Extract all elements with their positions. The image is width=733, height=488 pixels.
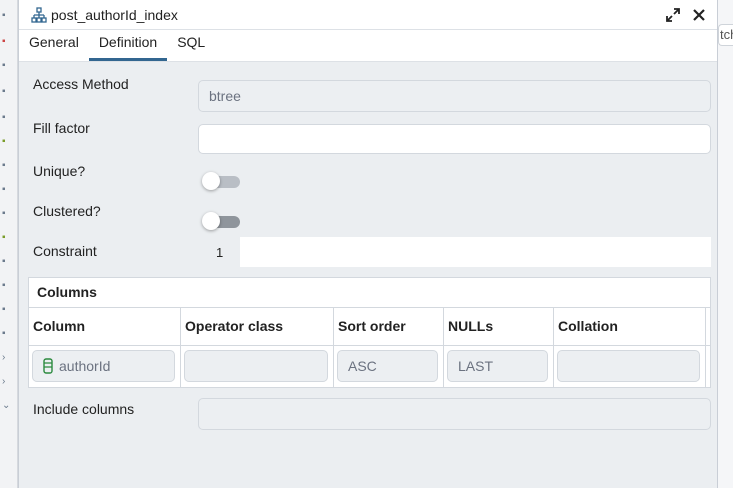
tree-icon: ▪ — [2, 328, 6, 339]
tree-icon: ▪ — [2, 112, 6, 123]
index-dialog: post_authorId_index General Definition S… — [18, 0, 718, 488]
clustered-toggle[interactable] — [202, 212, 240, 230]
column-header-nulls: NULLs — [444, 308, 554, 345]
tree-icon: ▪ — [2, 36, 6, 47]
tree-icon: ▪ — [2, 86, 6, 97]
column-value: authorId — [59, 358, 111, 374]
column-header-sort-order: Sort order — [334, 308, 444, 345]
nulls-select[interactable]: LAST — [447, 350, 548, 382]
column-select[interactable]: authorId — [32, 350, 175, 382]
column-header-operator-class: Operator class — [181, 308, 334, 345]
sort-order-select[interactable]: ASC — [337, 350, 438, 382]
columns-grid: Column Operator class Sort order NULLs C… — [29, 308, 710, 388]
constraint-editor[interactable] — [240, 237, 711, 267]
chevron-right-icon: › — [2, 352, 6, 363]
tree-icon: ▪ — [2, 60, 6, 71]
tab-general[interactable]: General — [19, 33, 89, 61]
tree-icon: ▪ — [2, 184, 6, 195]
tree-icon: ▪ — [2, 10, 6, 21]
dialog-titlebar[interactable]: post_authorId_index — [19, 0, 717, 30]
background-input-fragment: tch — [718, 24, 733, 46]
unique-label: Unique? — [33, 163, 86, 179]
column-icon — [43, 358, 53, 374]
access-method-select[interactable]: btree — [198, 80, 711, 112]
unique-toggle[interactable] — [202, 172, 240, 190]
column-header-collation: Collation — [554, 308, 706, 345]
dialog-title: post_authorId_index — [51, 6, 178, 23]
tree-icon: ▪ — [2, 136, 6, 147]
close-icon[interactable] — [691, 7, 707, 23]
operator-class-select[interactable] — [184, 350, 328, 382]
chevron-down-icon: ⌄ — [2, 400, 11, 411]
columns-panel: Columns Column Operator class Sort order… — [28, 277, 711, 388]
tree-icon: ▪ — [2, 208, 6, 219]
tree-icon: ▪ — [2, 280, 6, 291]
tab-definition[interactable]: Definition — [88, 33, 168, 61]
column-header-column: Column — [29, 308, 181, 345]
fill-factor-input[interactable] — [198, 124, 711, 154]
collation-select[interactable] — [557, 350, 700, 382]
columns-grid-header: Column Operator class Sort order NULLs C… — [29, 308, 710, 346]
constraint-line-number: 1 — [216, 245, 224, 260]
index-icon — [31, 6, 47, 23]
tree-icon: ▪ — [2, 160, 6, 171]
tree-icon: ▪ — [2, 304, 6, 315]
columns-header: Columns — [29, 278, 710, 308]
tree-icon: ▪ — [2, 232, 6, 243]
dialog-tabs: General Definition SQL — [19, 30, 717, 62]
include-columns-select[interactable] — [198, 398, 711, 430]
access-method-label: Access Method — [33, 76, 129, 92]
tree-icon: ▪ — [2, 256, 6, 267]
background-panel: tch — [718, 0, 733, 488]
background-sidebar: ▪ ▪ ▪ ▪ ▪ ▪ ▪ ▪ ▪ ▪ ▪ ▪ ▪ ▪ › › ⌄ — [0, 0, 18, 488]
include-columns-label: Include columns — [33, 401, 135, 417]
constraint-label: Constraint — [33, 243, 97, 259]
maximize-icon[interactable] — [665, 7, 681, 23]
chevron-right-icon: › — [2, 376, 6, 387]
table-row: authorId ASC LAST — [29, 346, 710, 388]
fill-factor-label: Fill factor — [33, 120, 90, 136]
tab-sql[interactable]: SQL — [167, 33, 215, 61]
clustered-label: Clustered? — [33, 203, 101, 219]
